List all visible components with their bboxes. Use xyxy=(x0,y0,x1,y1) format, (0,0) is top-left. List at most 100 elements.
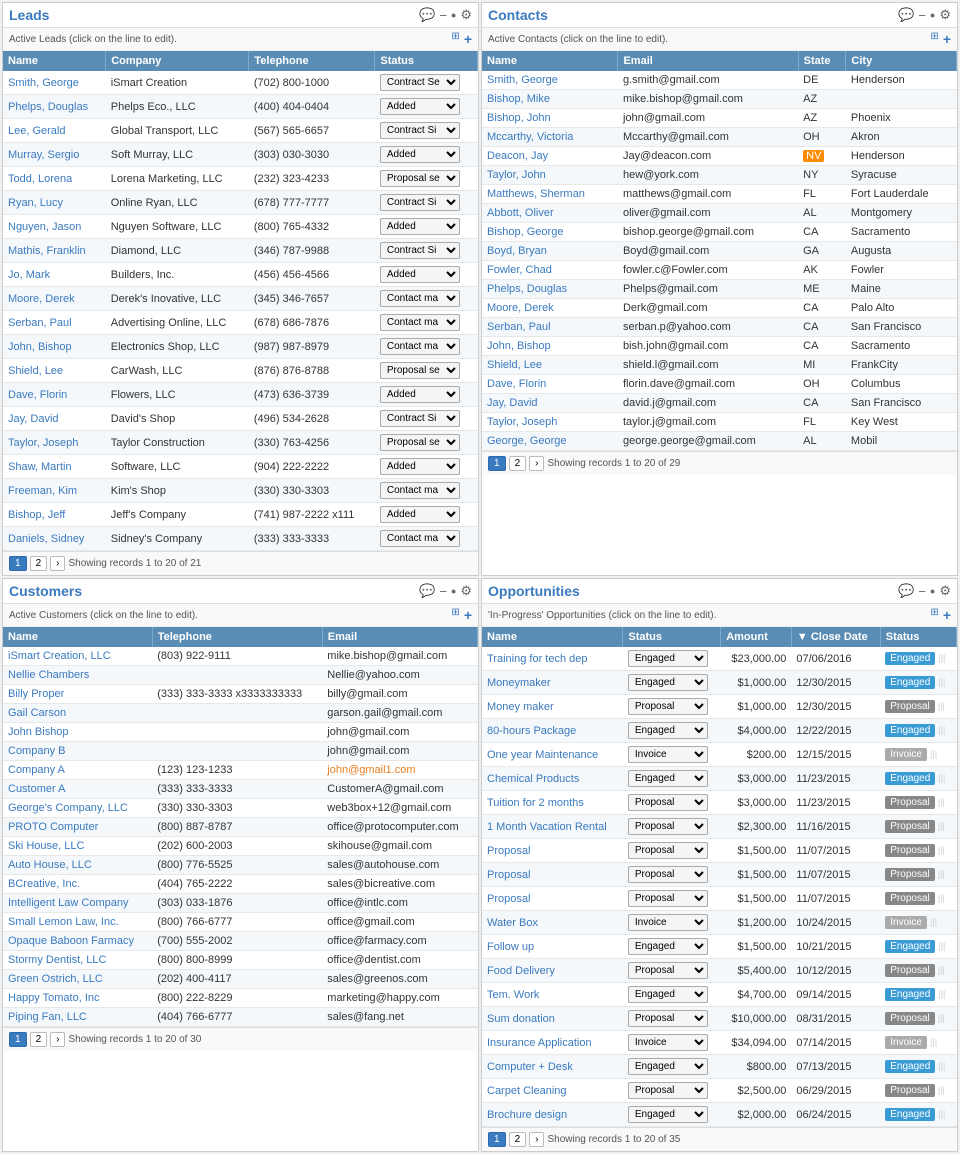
opp-name[interactable]: 1 Month Vacation Rental xyxy=(482,815,623,839)
table-row[interactable]: Computer + Desk Engaged $800.00 07/13/20… xyxy=(482,1055,957,1079)
leads-chat-icon[interactable]: 💬 xyxy=(419,7,435,23)
table-row[interactable]: Follow up Engaged $1,500.00 10/21/2015 E… xyxy=(482,935,957,959)
lead-name[interactable]: Serban, Paul xyxy=(3,311,106,335)
lead-status[interactable]: Contact ma xyxy=(375,287,478,311)
table-row[interactable]: Auto House, LLC (800) 776-5525 sales@aut… xyxy=(3,856,478,875)
customers-chat-icon[interactable]: 💬 xyxy=(419,583,435,599)
table-row[interactable]: Proposal Proposal $1,500.00 11/07/2015 P… xyxy=(482,887,957,911)
lead-name[interactable]: John, Bishop xyxy=(3,335,106,359)
lead-name[interactable]: Nguyen, Jason xyxy=(3,215,106,239)
lead-status[interactable]: Added xyxy=(375,455,478,479)
leads-add-icon[interactable]: + xyxy=(464,31,472,47)
opportunities-settings-icon[interactable]: ⚙ xyxy=(939,583,951,599)
opp-status-select[interactable]: Proposal xyxy=(628,842,708,859)
opp-name[interactable]: Proposal xyxy=(482,863,623,887)
lead-name[interactable]: Jo, Mark xyxy=(3,263,106,287)
lead-status[interactable]: Contract Si xyxy=(375,119,478,143)
table-row[interactable]: Nellie Chambers Nellie@yahoo.com xyxy=(3,666,478,685)
table-row[interactable]: Shield, Lee shield.l@gmail.com MI FrankC… xyxy=(482,356,957,375)
opp-status-select[interactable]: Engaged xyxy=(628,1106,708,1123)
lead-name[interactable]: Jay, David xyxy=(3,407,106,431)
opp-status-select[interactable]: Proposal xyxy=(628,962,708,979)
lead-status[interactable]: Contract Se xyxy=(375,71,478,95)
table-row[interactable]: Tem. Work Engaged $4,700.00 09/14/2015 E… xyxy=(482,983,957,1007)
table-row[interactable]: Ski House, LLC (202) 600-2003 skihouse@g… xyxy=(3,837,478,856)
opp-status-select-cell[interactable]: Proposal xyxy=(623,815,721,839)
lead-status-select[interactable]: Contact ma xyxy=(380,482,460,499)
table-row[interactable]: Bishop, John john@gmail.com AZ Phoenix xyxy=(482,109,957,128)
lead-status-select[interactable]: Proposal se xyxy=(380,362,460,379)
lead-status[interactable]: Contact ma xyxy=(375,311,478,335)
leads-settings-icon[interactable]: ⚙ xyxy=(460,7,472,23)
table-row[interactable]: Nguyen, Jason Nguyen Software, LLC (800)… xyxy=(3,215,478,239)
opp-status-select-cell[interactable]: Proposal xyxy=(623,887,721,911)
table-row[interactable]: Taylor, John hew@york.com NY Syracuse xyxy=(482,166,957,185)
customers-page-next[interactable]: › xyxy=(50,1032,65,1047)
opportunities-chat-icon[interactable]: 💬 xyxy=(898,583,914,599)
customer-name[interactable]: Company A xyxy=(3,761,152,780)
lead-name[interactable]: Daniels, Sidney xyxy=(3,527,106,551)
opp-status-select-cell[interactable]: Invoice xyxy=(623,743,721,767)
leads-page-next[interactable]: › xyxy=(50,556,65,571)
contact-name[interactable]: Deacon, Jay xyxy=(482,147,618,166)
opp-status-select-cell[interactable]: Invoice xyxy=(623,1031,721,1055)
lead-status[interactable]: Proposal se xyxy=(375,359,478,383)
contact-name[interactable]: Bishop, George xyxy=(482,223,618,242)
lead-status[interactable]: Proposal se xyxy=(375,167,478,191)
lead-name[interactable]: Smith, George xyxy=(3,71,106,95)
opp-name[interactable]: Proposal xyxy=(482,839,623,863)
table-row[interactable]: Jo, Mark Builders, Inc. (456) 456-4566 A… xyxy=(3,263,478,287)
lead-name[interactable]: Lee, Gerald xyxy=(3,119,106,143)
contact-name[interactable]: Matthews, Sherman xyxy=(482,185,618,204)
contacts-page-1[interactable]: 1 xyxy=(488,456,506,471)
table-row[interactable]: Piping Fan, LLC (404) 766-6777 sales@fan… xyxy=(3,1008,478,1027)
lead-status-select[interactable]: Added xyxy=(380,506,460,523)
customer-name[interactable]: Happy Tomato, Inc xyxy=(3,989,152,1008)
contact-name[interactable]: Moore, Derek xyxy=(482,299,618,318)
opp-name[interactable]: Moneymaker xyxy=(482,671,623,695)
lead-status-select[interactable]: Contact ma xyxy=(380,530,460,547)
opp-status-select[interactable]: Proposal xyxy=(628,866,708,883)
opp-name[interactable]: Food Delivery xyxy=(482,959,623,983)
contact-name[interactable]: Phelps, Douglas xyxy=(482,280,618,299)
opp-status-select-cell[interactable]: Engaged xyxy=(623,719,721,743)
lead-status-select[interactable]: Added xyxy=(380,266,460,283)
contacts-minus-icon[interactable]: − xyxy=(918,8,926,23)
contact-name[interactable]: Bishop, Mike xyxy=(482,90,618,109)
customer-name[interactable]: Auto House, LLC xyxy=(3,856,152,875)
lead-name[interactable]: Todd, Lorena xyxy=(3,167,106,191)
lead-status-select[interactable]: Contract Si xyxy=(380,122,460,139)
opp-status-select-cell[interactable]: Engaged xyxy=(623,767,721,791)
customer-name[interactable]: Billy Proper xyxy=(3,685,152,704)
contact-name[interactable]: Mccarthy, Victoria xyxy=(482,128,618,147)
opportunities-minus-icon[interactable]: − xyxy=(918,584,926,599)
lead-name[interactable]: Moore, Derek xyxy=(3,287,106,311)
opp-status-select[interactable]: Invoice xyxy=(628,1034,708,1051)
table-row[interactable]: Small Lemon Law, Inc. (800) 766-6777 off… xyxy=(3,913,478,932)
customer-name[interactable]: Small Lemon Law, Inc. xyxy=(3,913,152,932)
opp-page-1[interactable]: 1 xyxy=(488,1132,506,1147)
lead-status[interactable]: Contact ma xyxy=(375,527,478,551)
lead-status-select[interactable]: Contract Si xyxy=(380,410,460,427)
opp-status-select-cell[interactable]: Proposal xyxy=(623,1007,721,1031)
opp-name[interactable]: Carpet Cleaning xyxy=(482,1079,623,1103)
lead-status[interactable]: Added xyxy=(375,263,478,287)
opp-name[interactable]: Money maker xyxy=(482,695,623,719)
opp-status-select[interactable]: Proposal xyxy=(628,698,708,715)
contacts-chat-icon[interactable]: 💬 xyxy=(898,7,914,23)
opp-name[interactable]: Training for tech dep xyxy=(482,647,623,671)
customers-minus-icon[interactable]: − xyxy=(439,584,447,599)
opp-status-select[interactable]: Invoice xyxy=(628,746,708,763)
table-row[interactable]: Jay, David David's Shop (496) 534-2628 C… xyxy=(3,407,478,431)
opp-name[interactable]: Water Box xyxy=(482,911,623,935)
opp-name[interactable]: Chemical Products xyxy=(482,767,623,791)
lead-status-select[interactable]: Proposal se xyxy=(380,170,460,187)
table-row[interactable]: Dave, Florin florin.dave@gmail.com OH Co… xyxy=(482,375,957,394)
lead-status[interactable]: Added xyxy=(375,383,478,407)
opp-name[interactable]: 80-hours Package xyxy=(482,719,623,743)
customer-name[interactable]: Gail Carson xyxy=(3,704,152,723)
customer-name[interactable]: Opaque Baboon Farmacy xyxy=(3,932,152,951)
opp-status-select-cell[interactable]: Engaged xyxy=(623,1103,721,1127)
table-row[interactable]: Ryan, Lucy Online Ryan, LLC (678) 777-77… xyxy=(3,191,478,215)
opp-status-select[interactable]: Proposal xyxy=(628,1082,708,1099)
